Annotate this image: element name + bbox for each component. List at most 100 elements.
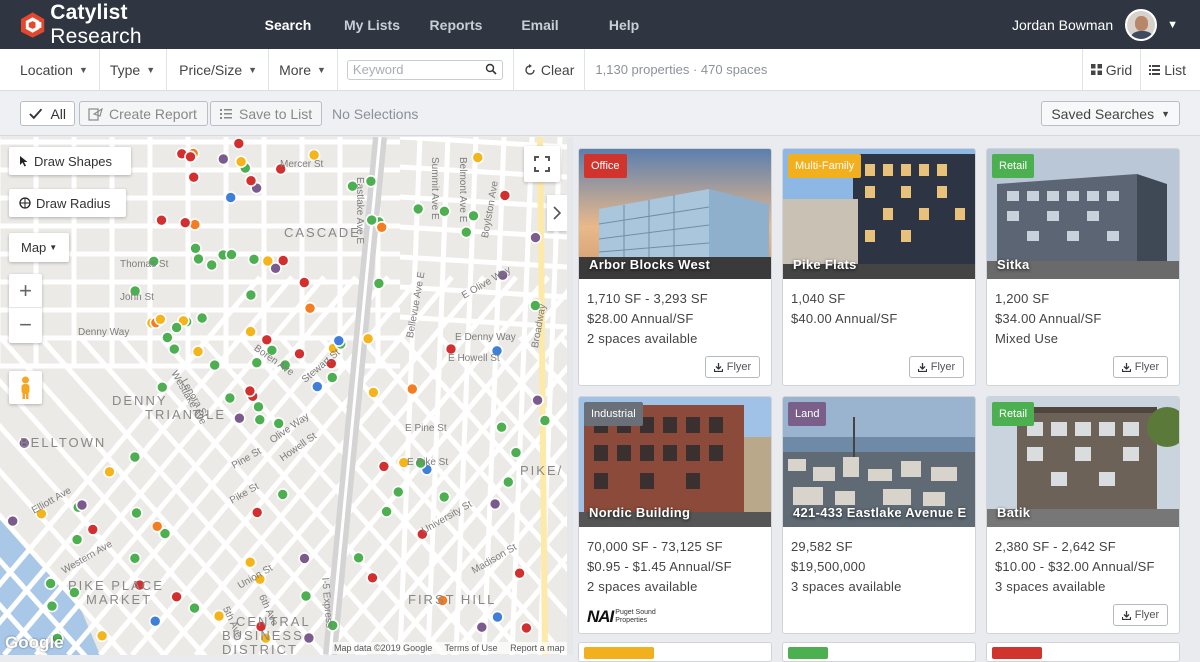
property-marker[interactable] — [223, 391, 237, 405]
property-marker[interactable] — [459, 225, 473, 239]
property-marker[interactable] — [538, 414, 552, 427]
property-card[interactable]: Retail Batik 2,380 SF - 2,642 SF $10.00 … — [986, 396, 1180, 634]
property-marker[interactable] — [372, 277, 386, 290]
property-marker[interactable] — [244, 325, 257, 338]
property-marker[interactable] — [513, 566, 526, 580]
property-card[interactable]: Land 421-433 Eastlake Avenue E 29,582 SF… — [782, 396, 976, 634]
street-view-pegman[interactable] — [9, 371, 42, 404]
fullscreen-button[interactable] — [524, 146, 560, 182]
property-marker[interactable] — [234, 155, 248, 169]
property-marker[interactable] — [276, 488, 290, 501]
property-map[interactable]: CASCADE DENNY TRIANGLE BELLTOWN PIKE PLACE MA… — [0, 137, 567, 655]
property-marker[interactable] — [325, 371, 339, 384]
property-marker[interactable] — [438, 205, 451, 218]
property-marker[interactable] — [224, 191, 237, 204]
property-marker[interactable] — [150, 519, 164, 533]
property-marker[interactable] — [303, 301, 317, 315]
property-marker[interactable] — [375, 221, 389, 234]
property-card-partial[interactable] — [986, 642, 1180, 662]
location-filter[interactable]: Location ▼ — [0, 49, 100, 90]
property-card[interactable]: Office Arbor Blocks West 1,710 SF - 3,29… — [578, 148, 772, 386]
property-marker[interactable] — [380, 505, 393, 518]
flyer-button[interactable]: Flyer — [1113, 604, 1168, 626]
property-marker[interactable] — [148, 614, 162, 628]
property-marker[interactable] — [45, 599, 59, 613]
property-marker[interactable] — [170, 321, 183, 334]
property-card-partial[interactable] — [578, 642, 772, 662]
property-marker[interactable] — [217, 152, 230, 166]
property-marker[interactable] — [377, 460, 391, 473]
property-marker[interactable] — [191, 345, 205, 358]
property-marker[interactable] — [488, 497, 502, 511]
property-marker[interactable] — [178, 216, 192, 229]
zoom-out-button[interactable]: − — [9, 308, 42, 342]
brand-logo[interactable]: Catylist Research — [20, 1, 220, 49]
property-marker[interactable] — [161, 331, 174, 344]
property-marker[interactable] — [299, 589, 313, 603]
property-marker[interactable] — [250, 506, 264, 519]
property-marker[interactable] — [243, 555, 257, 569]
property-marker[interactable] — [491, 610, 504, 624]
property-marker[interactable] — [310, 380, 324, 393]
property-marker[interactable] — [366, 571, 379, 585]
property-marker[interactable] — [6, 514, 19, 528]
property-title[interactable]: Sitka — [997, 257, 1030, 272]
create-report-button[interactable]: Create Report — [79, 101, 208, 126]
property-marker[interactable] — [205, 258, 218, 272]
saved-searches-dropdown[interactable]: Saved Searches ▼ — [1041, 101, 1180, 126]
property-marker[interactable] — [247, 253, 261, 266]
property-marker[interactable] — [156, 380, 169, 394]
flyer-button[interactable]: Flyer — [705, 356, 760, 378]
property-marker[interactable] — [529, 231, 542, 244]
property-marker[interactable] — [498, 189, 512, 202]
property-marker[interactable] — [189, 242, 202, 255]
nav-reports[interactable]: Reports — [414, 17, 498, 33]
property-marker[interactable] — [391, 485, 405, 499]
search-icon[interactable] — [485, 63, 497, 75]
property-marker[interactable] — [195, 311, 209, 325]
property-marker[interactable] — [128, 450, 142, 464]
property-marker[interactable] — [260, 333, 274, 347]
price-size-filter[interactable]: Price/Size ▼ — [167, 49, 270, 90]
property-marker[interactable] — [170, 590, 183, 604]
property-marker[interactable] — [437, 490, 451, 504]
property-marker[interactable] — [364, 174, 378, 188]
save-to-list-button[interactable]: Save to List — [210, 101, 322, 126]
property-marker[interactable] — [293, 347, 306, 361]
property-marker[interactable] — [130, 506, 143, 520]
collapse-map-button[interactable] — [547, 195, 567, 231]
property-marker[interactable] — [75, 498, 89, 512]
property-marker[interactable] — [495, 420, 508, 434]
property-title[interactable]: Pike Flats — [793, 257, 857, 272]
property-title[interactable]: Nordic Building — [589, 505, 690, 520]
terms-of-use-link[interactable]: Terms of Use — [445, 643, 498, 653]
type-filter[interactable]: Type ▼ — [100, 49, 168, 90]
property-marker[interactable] — [128, 551, 142, 565]
property-marker[interactable] — [475, 620, 489, 634]
property-marker[interactable] — [352, 551, 365, 565]
property-marker[interactable] — [225, 248, 238, 261]
property-marker[interactable] — [187, 170, 200, 184]
property-marker[interactable] — [103, 465, 116, 479]
property-card[interactable]: Retail Sitka 1,200 SF $34.00 Annual/SF M… — [986, 148, 1180, 386]
property-marker[interactable] — [297, 276, 311, 289]
grid-view-button[interactable]: Grid — [1081, 49, 1140, 90]
nav-email[interactable]: Email — [498, 17, 582, 33]
property-marker[interactable] — [244, 288, 258, 302]
more-filter[interactable]: More ▼ — [269, 49, 338, 90]
property-marker[interactable] — [155, 213, 168, 227]
property-marker[interactable] — [361, 332, 375, 345]
property-marker[interactable] — [298, 552, 311, 565]
user-menu[interactable]: Jordan Bowman ▼ — [1012, 9, 1178, 41]
property-marker[interactable] — [302, 631, 316, 645]
property-marker[interactable] — [253, 413, 267, 427]
property-marker[interactable] — [208, 358, 221, 372]
property-marker[interactable] — [332, 334, 346, 347]
property-title[interactable]: 421-433 Eastlake Avenue E — [793, 505, 966, 520]
property-marker[interactable] — [86, 523, 100, 536]
property-card-partial[interactable] — [782, 642, 976, 662]
map-type-dropdown[interactable]: Map ▼ — [9, 233, 69, 262]
property-marker[interactable] — [95, 629, 109, 643]
property-marker[interactable] — [192, 252, 205, 266]
property-marker[interactable] — [411, 202, 425, 216]
